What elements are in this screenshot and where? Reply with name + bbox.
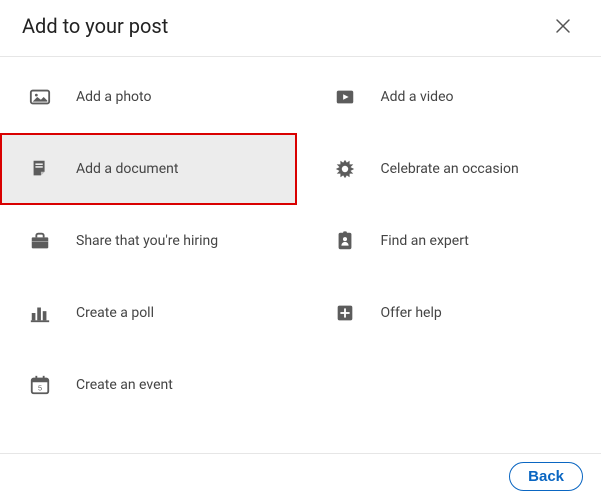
option-label: Share that you're hiring — [76, 233, 218, 249]
calendar-icon: 5 — [28, 374, 52, 396]
option-document[interactable]: Add a document — [0, 133, 297, 205]
option-poll[interactable]: Create a poll — [0, 277, 297, 349]
option-label: Create a poll — [76, 305, 154, 321]
option-label: Add a video — [381, 89, 454, 105]
option-video[interactable]: Add a video — [305, 61, 601, 133]
back-button[interactable]: Back — [509, 462, 583, 491]
dialog-footer: Back — [0, 453, 601, 501]
document-icon — [28, 158, 52, 180]
dialog-title: Add to your post — [22, 14, 168, 38]
option-label: Add a photo — [76, 89, 151, 105]
option-label: Offer help — [381, 305, 442, 321]
option-hiring[interactable]: Share that you're hiring — [0, 205, 297, 277]
video-icon — [333, 86, 357, 108]
option-label: Add a document — [76, 161, 178, 177]
briefcase-icon — [28, 230, 52, 252]
close-icon — [553, 16, 573, 36]
expert-icon — [333, 230, 357, 252]
option-photo[interactable]: Add a photo — [0, 61, 297, 133]
option-label: Create an event — [76, 377, 173, 393]
svg-text:5: 5 — [38, 384, 42, 393]
celebrate-icon — [333, 158, 357, 180]
option-event[interactable]: 5 Create an event — [0, 349, 297, 421]
close-button[interactable] — [547, 10, 579, 42]
option-celebrate[interactable]: Celebrate an occasion — [305, 133, 601, 205]
poll-icon — [28, 302, 52, 324]
option-label: Celebrate an occasion — [381, 161, 519, 177]
options-grid: Add a photo Add a video Add a document C… — [0, 57, 601, 433]
dialog-header: Add to your post — [0, 0, 601, 56]
option-label: Find an expert — [381, 233, 469, 249]
option-expert[interactable]: Find an expert — [305, 205, 601, 277]
photo-icon — [28, 86, 52, 108]
option-help[interactable]: Offer help — [305, 277, 601, 349]
help-icon — [333, 302, 357, 324]
